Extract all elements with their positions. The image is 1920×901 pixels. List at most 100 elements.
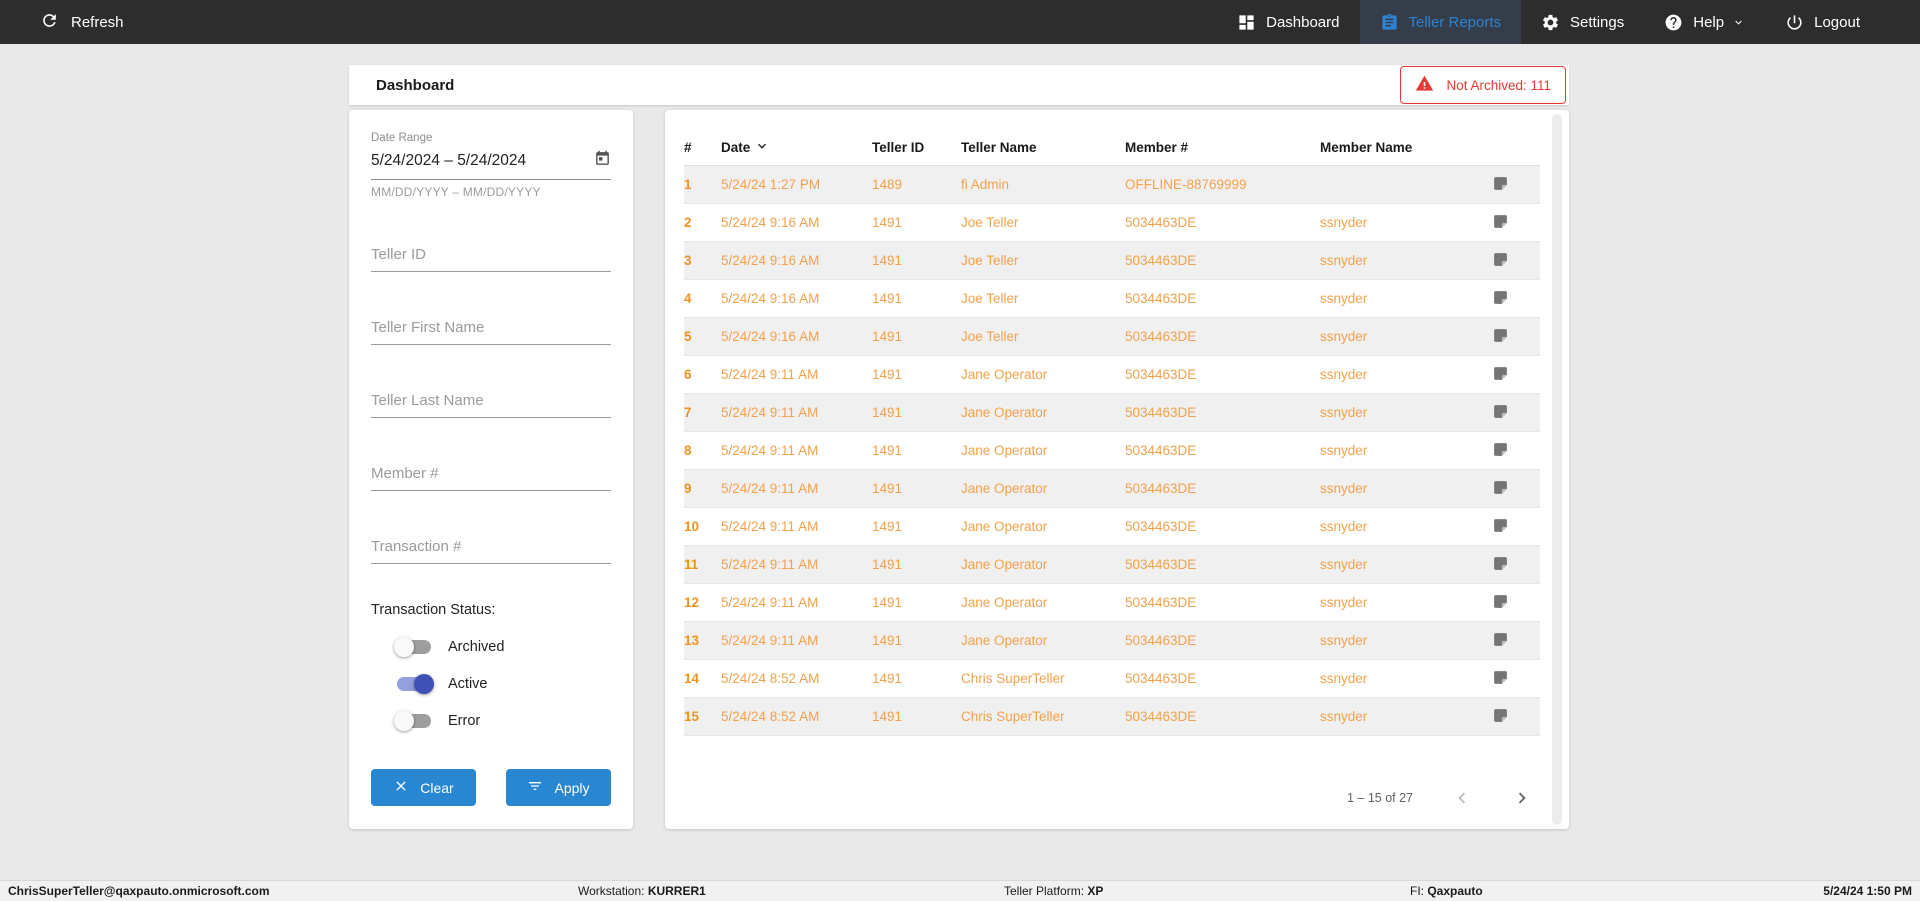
- nav-item-settings[interactable]: Settings: [1521, 0, 1644, 44]
- row-date: 5/24/24 9:11 AM: [721, 595, 819, 610]
- row-note-button[interactable]: [1494, 441, 1540, 461]
- row-date: 5/24/24 9:16 AM: [721, 253, 820, 268]
- table-row[interactable]: 12 5/24/24 9:11 AM 1491 Jane Operator 503446…: [684, 584, 1540, 622]
- table-row[interactable]: 4 5/24/24 9:16 AM 1491 Joe Teller 5034463DE s…: [684, 280, 1540, 318]
- row-note-button[interactable]: [1494, 251, 1540, 271]
- row-number: 6: [684, 367, 692, 382]
- teller-first-name-input[interactable]: [371, 313, 611, 345]
- nav-item-dashboard[interactable]: Dashboard: [1217, 0, 1359, 44]
- row-member-name: ssnyder: [1320, 595, 1368, 610]
- warning-icon: [1415, 74, 1434, 96]
- row-member-name: ssnyder: [1320, 481, 1368, 496]
- teller-platform-info: Teller Platform: XP: [1004, 884, 1104, 898]
- row-teller-id: 1491: [872, 633, 903, 648]
- row-member-number: 5034463DE: [1125, 709, 1197, 724]
- row-teller-id: 1491: [872, 595, 903, 610]
- nav-item-teller-reports[interactable]: Teller Reports: [1359, 0, 1522, 44]
- row-note-button[interactable]: [1494, 517, 1540, 537]
- row-teller-name: Joe Teller: [961, 329, 1019, 344]
- toggle-switch[interactable]: [397, 674, 434, 694]
- note-icon: [1494, 517, 1509, 537]
- row-date: 5/24/24 9:11 AM: [721, 367, 819, 382]
- table-row[interactable]: 15 5/24/24 8:52 AM 1491 Chris SuperTeller 50…: [684, 698, 1540, 736]
- row-note-button[interactable]: [1494, 669, 1540, 689]
- row-date: 5/24/24 9:16 AM: [721, 329, 820, 344]
- filter-actions: Clear Apply: [371, 769, 611, 806]
- filter-inputs: [371, 199, 611, 564]
- row-note-button[interactable]: [1494, 365, 1540, 385]
- row-date: 5/24/24 9:11 AM: [721, 557, 819, 572]
- table-row[interactable]: 14 5/24/24 8:52 AM 1491 Chris SuperTeller 50…: [684, 660, 1540, 698]
- transaction-number-input[interactable]: [371, 532, 611, 564]
- workstation-info: Workstation: KURRER1: [578, 884, 706, 898]
- row-member-number: 5034463DE: [1125, 405, 1197, 420]
- row-note-button[interactable]: [1494, 175, 1540, 195]
- table-scrollbar[interactable]: [1552, 114, 1562, 825]
- previous-page-button[interactable]: [1451, 787, 1473, 809]
- transaction-status-toggles: Archived Active Error: [371, 637, 611, 731]
- row-note-button[interactable]: [1494, 707, 1540, 727]
- date-range-input[interactable]: [371, 152, 594, 170]
- row-note-button[interactable]: [1494, 327, 1540, 347]
- row-number: 10: [684, 519, 700, 534]
- next-page-button[interactable]: [1511, 787, 1533, 809]
- table-row[interactable]: 1 5/24/24 1:27 PM 1489 fi Admin OFFLINE-8876…: [684, 166, 1540, 204]
- toggle-error[interactable]: Error: [394, 711, 611, 731]
- nav-item-help[interactable]: Help: [1644, 0, 1765, 44]
- col-teller-name: Teller Name: [961, 139, 1037, 155]
- table-row[interactable]: 8 5/24/24 9:11 AM 1491 Jane Operator 5034463…: [684, 432, 1540, 470]
- toggle-active[interactable]: Active: [397, 674, 611, 694]
- table-row[interactable]: 10 5/24/24 9:11 AM 1491 Jane Operator 503446…: [684, 508, 1540, 546]
- note-icon: [1494, 669, 1509, 689]
- table-row[interactable]: 6 5/24/24 9:11 AM 1491 Jane Operator 5034463…: [684, 356, 1540, 394]
- row-teller-id: 1491: [872, 367, 903, 382]
- row-member-name: ssnyder: [1320, 557, 1368, 572]
- row-teller-name: Joe Teller: [961, 215, 1019, 230]
- row-teller-name: Jane Operator: [961, 405, 1048, 420]
- clipboard-icon: [1380, 13, 1399, 32]
- row-teller-name: Jane Operator: [961, 633, 1048, 648]
- row-note-button[interactable]: [1494, 631, 1540, 651]
- date-range-helper: MM/DD/YYYY – MM/DD/YYYY: [371, 185, 541, 199]
- row-teller-name: Jane Operator: [961, 595, 1048, 610]
- transaction-status-label: Transaction Status:: [371, 602, 496, 618]
- row-member-number: 5034463DE: [1125, 557, 1197, 572]
- close-icon: [393, 778, 409, 797]
- row-note-button[interactable]: [1494, 479, 1540, 499]
- refresh-button[interactable]: Refresh: [40, 11, 124, 34]
- table-row[interactable]: 11 5/24/24 9:11 AM 1491 Jane Operator 503446…: [684, 546, 1540, 584]
- apply-button[interactable]: Apply: [506, 769, 611, 806]
- col-date-sortable[interactable]: Date: [721, 138, 872, 157]
- table-row[interactable]: 7 5/24/24 9:11 AM 1491 Jane Operator 5034463…: [684, 394, 1540, 432]
- clear-button[interactable]: Clear: [371, 769, 476, 806]
- row-note-button[interactable]: [1494, 213, 1540, 233]
- row-note-button[interactable]: [1494, 289, 1540, 309]
- row-member-name: ssnyder: [1320, 443, 1368, 458]
- row-member-number: 5034463DE: [1125, 671, 1197, 686]
- table-row[interactable]: 5 5/24/24 9:16 AM 1491 Joe Teller 5034463DE s…: [684, 318, 1540, 356]
- apply-label: Apply: [554, 779, 590, 796]
- power-icon: [1785, 13, 1804, 32]
- not-archived-badge[interactable]: Not Archived: 111: [1400, 66, 1566, 104]
- row-date: 5/24/24 9:16 AM: [721, 291, 820, 306]
- gear-icon: [1541, 13, 1560, 32]
- teller-id-input[interactable]: [371, 240, 611, 272]
- calendar-icon[interactable]: [594, 150, 611, 172]
- table-row[interactable]: 13 5/24/24 9:11 AM 1491 Jane Operator 503446…: [684, 622, 1540, 660]
- row-note-button[interactable]: [1494, 403, 1540, 423]
- filter-icon: [527, 778, 543, 797]
- table-row[interactable]: 9 5/24/24 9:11 AM 1491 Jane Operator 5034463…: [684, 470, 1540, 508]
- row-teller-name: Jane Operator: [961, 519, 1048, 534]
- row-note-button[interactable]: [1494, 555, 1540, 575]
- nav-item-logout[interactable]: Logout: [1765, 0, 1880, 44]
- member-number-input[interactable]: [371, 459, 611, 491]
- teller-last-name-input[interactable]: [371, 386, 611, 418]
- row-member-number: 5034463DE: [1125, 329, 1197, 344]
- row-number: 12: [684, 595, 700, 610]
- row-note-button[interactable]: [1494, 593, 1540, 613]
- toggle-archived[interactable]: Archived: [394, 637, 611, 657]
- toggle-switch[interactable]: [394, 711, 431, 731]
- table-row[interactable]: 3 5/24/24 9:16 AM 1491 Joe Teller 5034463DE s…: [684, 242, 1540, 280]
- toggle-switch[interactable]: [394, 637, 431, 657]
- table-row[interactable]: 2 5/24/24 9:16 AM 1491 Joe Teller 5034463DE s…: [684, 204, 1540, 242]
